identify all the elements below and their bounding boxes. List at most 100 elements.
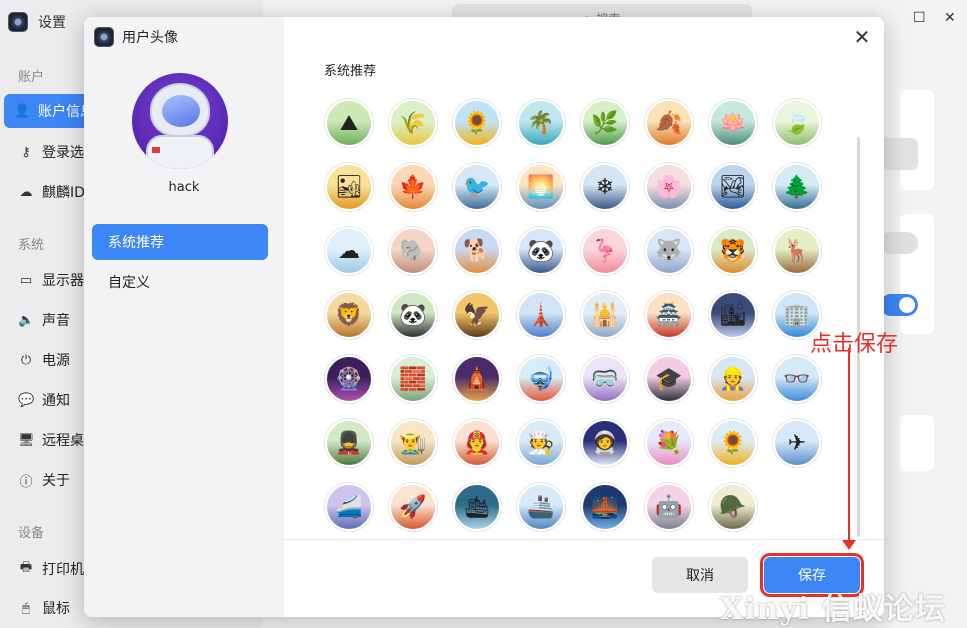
avatar-option-snowy-river[interactable]: ❄	[581, 163, 629, 211]
avatar-option-astronaut[interactable]: 🧑‍🚀	[581, 419, 629, 467]
avatar-option-bullet-train[interactable]: 🚄	[325, 483, 373, 531]
submarine-icon: 🛳	[463, 494, 491, 520]
flamingo-icon: 🦩	[591, 238, 619, 264]
mouse-icon: 🖱	[22, 600, 30, 616]
avatar-option-diver[interactable]: 🤿	[517, 355, 565, 403]
white-wolf-icon: 🐺	[655, 238, 683, 264]
avatar-option-plum-blossom[interactable]: 🌸	[645, 163, 693, 211]
sidebar-item-power[interactable]: ⏻ 电源	[18, 350, 70, 370]
lotus-leaf-icon: 🍃	[783, 110, 811, 136]
window-close-icon[interactable]: ✕	[944, 10, 956, 26]
aircraft-carrier-icon: 🚢	[527, 494, 555, 520]
key-icon: ⚷	[21, 144, 31, 160]
avatar-option-farmer-hat[interactable]: 👨‍🌾	[389, 419, 437, 467]
annotation-arrow-head	[842, 540, 856, 550]
sidebar-item-sound[interactable]: 🔈 声音	[18, 310, 70, 330]
avatar-option-city-skyline[interactable]: 🏙	[709, 291, 757, 339]
maximize-icon[interactable]: ☐	[913, 10, 926, 26]
astronaut-helmet-icon	[150, 83, 210, 137]
avatar-option-flamingo[interactable]: 🦩	[581, 227, 629, 275]
monitor-icon: ▭	[19, 272, 33, 288]
graduate-icon: 🎓	[655, 366, 683, 392]
sidebar-item-account-info[interactable]: 👤 账户信息	[4, 94, 94, 128]
avatar-option-sunflowers[interactable]: 🌻	[453, 99, 501, 147]
avatar-option-lotus-leaf[interactable]: 🍃	[773, 99, 821, 147]
avatar-option-autumn-river[interactable]: 🍁	[389, 163, 437, 211]
sunset-lake-icon: 🌅	[527, 174, 555, 200]
watermark: Xinyi 信蚁论坛	[720, 592, 946, 627]
firefighter-icon: 🧑‍🚒	[463, 430, 491, 456]
sidebar-item-about[interactable]: ⓘ 关于	[18, 470, 70, 490]
avatar-option-clouds-sky[interactable]: ☁	[325, 227, 373, 275]
avatar-option-chef[interactable]: 🧑‍🍳	[517, 419, 565, 467]
diver-icon: 🤿	[527, 366, 555, 392]
avatar-option-fighter-jet[interactable]: ✈	[773, 419, 821, 467]
worker-helmet-icon: 👷	[719, 366, 747, 392]
tv-tower-icon: 🗼	[527, 302, 555, 328]
avatar-option-worker-helmet[interactable]: 👷	[709, 355, 757, 403]
avatar-option-tiananmen[interactable]: 🏯	[645, 291, 693, 339]
sidebar-item-kylin-id[interactable]: ☁ 麒麟ID	[18, 182, 85, 202]
avatar-option-great-wall[interactable]: 🧱	[389, 355, 437, 403]
user-avatar-dialog: 用户头像 hack 系统推荐 自定义 ✕ 系统推荐 ⛰ 🌾 🌻 🌴 🌿 🍂 🪷 🍃 🏜 🍁 🐦 🌅 ❄ 🌸…	[84, 17, 884, 617]
avatar-option-flower-pot[interactable]: 💐	[645, 419, 693, 467]
avatar-option-eagle[interactable]: 🦅	[453, 291, 501, 339]
tab-system-recommended[interactable]: 系统推荐	[92, 224, 268, 260]
avatar-option-firefighter[interactable]: 🧑‍🚒	[453, 419, 501, 467]
remote-desktop-icon: 🖥	[18, 432, 35, 448]
avatar-option-green-hills[interactable]: ⛰	[325, 99, 373, 147]
avatar-option-deer[interactable]: 🦌	[773, 227, 821, 275]
avatar-option-bridge-night[interactable]: 🌉	[581, 483, 629, 531]
astronaut-visor	[162, 95, 200, 127]
avatar-option-tv-tower[interactable]: 🗼	[517, 291, 565, 339]
avatar-option-panda-suit[interactable]: 🐼	[517, 227, 565, 275]
astronaut-icon: 🧑‍🚀	[591, 430, 619, 456]
avatar-option-white-wolf[interactable]: 🐺	[645, 227, 693, 275]
avatar-option-submarine[interactable]: 🛳	[453, 483, 501, 531]
avatar-option-graduate[interactable]: 🎓	[645, 355, 693, 403]
avatar-option-yellow-field[interactable]: 🌾	[389, 99, 437, 147]
avatar-option-tiger[interactable]: 🐯	[709, 227, 757, 275]
avatar-option-robot-face[interactable]: 🤖	[645, 483, 693, 531]
avatar-option-aircraft-carrier[interactable]: 🚢	[517, 483, 565, 531]
avatar-option-autumn-tree[interactable]: 🍂	[645, 99, 693, 147]
avatar-option-lion[interactable]: 🦁	[325, 291, 373, 339]
avatar-option-mosque[interactable]: 🕌	[581, 291, 629, 339]
tab-custom[interactable]: 自定义	[92, 264, 268, 300]
avatar-option-sunset-lake[interactable]: 🌅	[517, 163, 565, 211]
current-avatar	[132, 73, 228, 169]
panda-bamboo-icon: 🐼	[399, 302, 427, 328]
sidebar-item-notifications[interactable]: 💬 通知	[18, 390, 70, 410]
avatar-option-rice-terrace[interactable]: 🌿	[581, 99, 629, 147]
avatar-option-pagoda[interactable]: 🛕	[453, 355, 501, 403]
sidebar-item-remote-desktop[interactable]: 🖥 远程桌面	[18, 430, 86, 450]
avatar-option-palm-beach[interactable]: 🌴	[517, 99, 565, 147]
avatar-option-elephant[interactable]: 🐘	[389, 227, 437, 275]
panda-suit-icon: 🐼	[527, 238, 555, 264]
avatar-option-sunflower-pot[interactable]: 🌻	[709, 419, 757, 467]
sidebar-item-printer[interactable]: 🖶 打印机	[18, 558, 86, 580]
dialog-close-icon[interactable]: ✕	[850, 25, 874, 49]
winter-lake-icon: 🌲	[783, 174, 811, 200]
avatar-option-magpies-branch[interactable]: 🐦	[453, 163, 501, 211]
avatar-option-rocket-launch[interactable]: 🚀	[389, 483, 437, 531]
bg-card-other	[900, 415, 934, 471]
desert-dunes-icon: 🏜	[335, 174, 363, 200]
avatar-option-lotus-pond[interactable]: 🪷	[709, 99, 757, 147]
avatar-option-vr-player[interactable]: 🥽	[581, 355, 629, 403]
tank-icon: 🪖	[719, 494, 747, 520]
bg-toggle-on[interactable]	[880, 294, 918, 316]
avatar-option-panda-bamboo[interactable]: 🐼	[389, 291, 437, 339]
avatar-option-winter-lake[interactable]: 🌲	[773, 163, 821, 211]
avatar-option-shiba-dog[interactable]: 🐕	[453, 227, 501, 275]
sidebar-item-mouse[interactable]: 🖱 鼠标	[18, 598, 70, 618]
avatar-option-tank[interactable]: 🪖	[709, 483, 757, 531]
avatar-option-glasses-man[interactable]: 👓	[773, 355, 821, 403]
bg-toggle-off[interactable]	[880, 232, 918, 254]
fighter-jet-icon: ✈	[787, 430, 807, 456]
avatar-option-ferris-wheel[interactable]: 🎡	[325, 355, 373, 403]
avatar-option-soldier[interactable]: 💂	[325, 419, 373, 467]
lotus-pond-icon: 🪷	[719, 110, 747, 136]
avatar-option-desert-dunes[interactable]: 🏜	[325, 163, 373, 211]
avatar-option-blue-lake[interactable]: 🏞	[709, 163, 757, 211]
